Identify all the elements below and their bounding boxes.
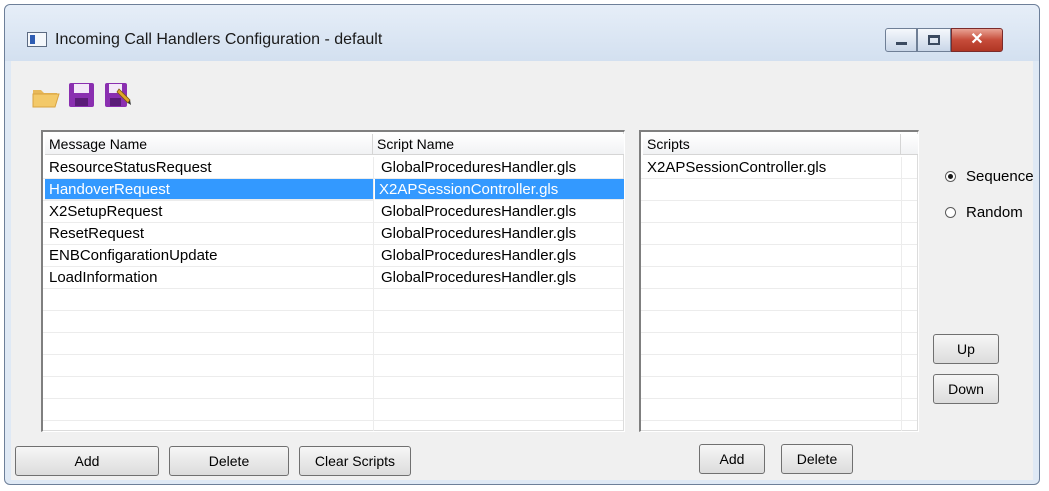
column-header-spacer bbox=[901, 134, 918, 155]
radio-unchecked-icon bbox=[945, 207, 956, 218]
table-row[interactable]: ResourceStatusRequest GlobalProceduresHa… bbox=[43, 157, 623, 179]
sequence-label: Sequence bbox=[966, 168, 1034, 185]
table-row-selected-message[interactable]: HandoverRequest bbox=[45, 179, 373, 200]
column-header-scripts[interactable]: Scripts bbox=[643, 134, 901, 155]
message-name-cell: X2SetupRequest bbox=[49, 203, 163, 220]
table-row[interactable]: ResetRequest GlobalProceduresHandler.gls bbox=[43, 223, 623, 245]
window-title: Incoming Call Handlers Configuration - d… bbox=[55, 31, 383, 48]
script-name-cell: X2APSessionController.gls bbox=[379, 181, 559, 198]
window-app-icon bbox=[27, 32, 47, 47]
close-button[interactable]: ✕ bbox=[951, 28, 1003, 52]
maximize-icon bbox=[928, 35, 940, 45]
script-cell: X2APSessionController.gls bbox=[647, 159, 827, 176]
column-header-script-name[interactable]: Script Name bbox=[373, 134, 624, 155]
title-bar[interactable]: Incoming Call Handlers Configuration - d… bbox=[5, 5, 1039, 61]
message-name-cell: ResourceStatusRequest bbox=[49, 159, 212, 176]
table-row-selected-script[interactable]: X2APSessionController.gls bbox=[375, 179, 624, 200]
empty-row bbox=[43, 355, 623, 377]
empty-row bbox=[641, 179, 917, 201]
script-name-cell: GlobalProceduresHandler.gls bbox=[381, 269, 577, 286]
empty-row bbox=[641, 245, 917, 267]
minimize-icon bbox=[896, 42, 907, 45]
main-window: Incoming Call Handlers Configuration - d… bbox=[4, 4, 1040, 485]
radio-checked-icon bbox=[945, 171, 956, 182]
table-row[interactable]: ENBConfigarationUpdate GlobalProceduresH… bbox=[43, 245, 623, 267]
script-name-cell: GlobalProceduresHandler.gls bbox=[381, 159, 577, 176]
down-button[interactable]: Down bbox=[933, 374, 999, 404]
empty-row bbox=[641, 201, 917, 223]
random-radio[interactable]: Random bbox=[945, 204, 1023, 221]
message-name-cell: HandoverRequest bbox=[49, 181, 170, 198]
table-row[interactable]: X2SetupRequest GlobalProceduresHandler.g… bbox=[43, 201, 623, 223]
minimize-button[interactable] bbox=[885, 28, 917, 52]
empty-row bbox=[43, 311, 623, 333]
up-button[interactable]: Up bbox=[933, 334, 999, 364]
scripts-add-button[interactable]: Add bbox=[699, 444, 765, 474]
empty-row bbox=[641, 267, 917, 289]
empty-row bbox=[641, 399, 917, 421]
clear-scripts-button[interactable]: Clear Scripts bbox=[299, 446, 411, 476]
maximize-button[interactable] bbox=[917, 28, 951, 52]
sequence-radio[interactable]: Sequence bbox=[945, 168, 1034, 185]
empty-row bbox=[43, 333, 623, 355]
add-button[interactable]: Add bbox=[15, 446, 159, 476]
list-item[interactable]: X2APSessionController.gls bbox=[641, 157, 917, 179]
empty-row bbox=[641, 377, 917, 399]
client-area: Message Name Script Name ResourceStatusR… bbox=[11, 61, 1034, 480]
empty-row bbox=[641, 289, 917, 311]
scripts-delete-button[interactable]: Delete bbox=[781, 444, 853, 474]
open-folder-icon[interactable] bbox=[31, 81, 61, 109]
message-name-cell: LoadInformation bbox=[49, 269, 158, 286]
handlers-table[interactable]: Message Name Script Name ResourceStatusR… bbox=[41, 130, 625, 432]
empty-row bbox=[641, 311, 917, 333]
column-header-message-name[interactable]: Message Name bbox=[45, 134, 373, 155]
empty-row bbox=[43, 377, 623, 399]
script-name-cell: GlobalProceduresHandler.gls bbox=[381, 203, 577, 220]
random-label: Random bbox=[966, 204, 1023, 221]
empty-row bbox=[43, 399, 623, 421]
empty-row bbox=[641, 333, 917, 355]
table-row[interactable]: LoadInformation GlobalProceduresHandler.… bbox=[43, 267, 623, 289]
empty-row bbox=[641, 355, 917, 377]
script-name-cell: GlobalProceduresHandler.gls bbox=[381, 225, 577, 242]
message-name-cell: ENBConfigarationUpdate bbox=[49, 247, 218, 264]
save-icon[interactable] bbox=[67, 81, 97, 109]
empty-row bbox=[43, 289, 623, 311]
message-name-cell: ResetRequest bbox=[49, 225, 145, 242]
save-as-icon[interactable] bbox=[103, 81, 133, 109]
empty-row bbox=[641, 223, 917, 245]
scripts-table[interactable]: Scripts X2APSessionController.gls bbox=[639, 130, 919, 432]
script-name-cell: GlobalProceduresHandler.gls bbox=[381, 247, 577, 264]
close-icon: ✕ bbox=[970, 31, 984, 48]
delete-button[interactable]: Delete bbox=[169, 446, 289, 476]
